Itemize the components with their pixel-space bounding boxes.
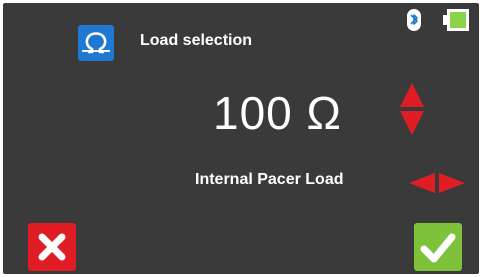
check-icon [420, 233, 456, 263]
confirm-button[interactable] [414, 223, 462, 271]
battery-level [450, 12, 466, 28]
load-value: 100 Ω [213, 87, 342, 139]
close-icon [38, 233, 66, 261]
omega-icon [82, 32, 110, 54]
bluetooth-icon [407, 9, 421, 31]
battery-icon [443, 9, 469, 31]
up-down-arrows-icon[interactable] [398, 81, 426, 137]
cancel-button[interactable] [28, 223, 76, 271]
load-type-label: Internal Pacer Load [195, 171, 344, 188]
device-screen: Load selection 100 Ω Internal Pacer Load [3, 3, 479, 274]
load-selection-button[interactable] [78, 25, 114, 61]
page-title: Load selection [140, 32, 253, 49]
left-right-arrows-icon[interactable] [407, 173, 467, 193]
